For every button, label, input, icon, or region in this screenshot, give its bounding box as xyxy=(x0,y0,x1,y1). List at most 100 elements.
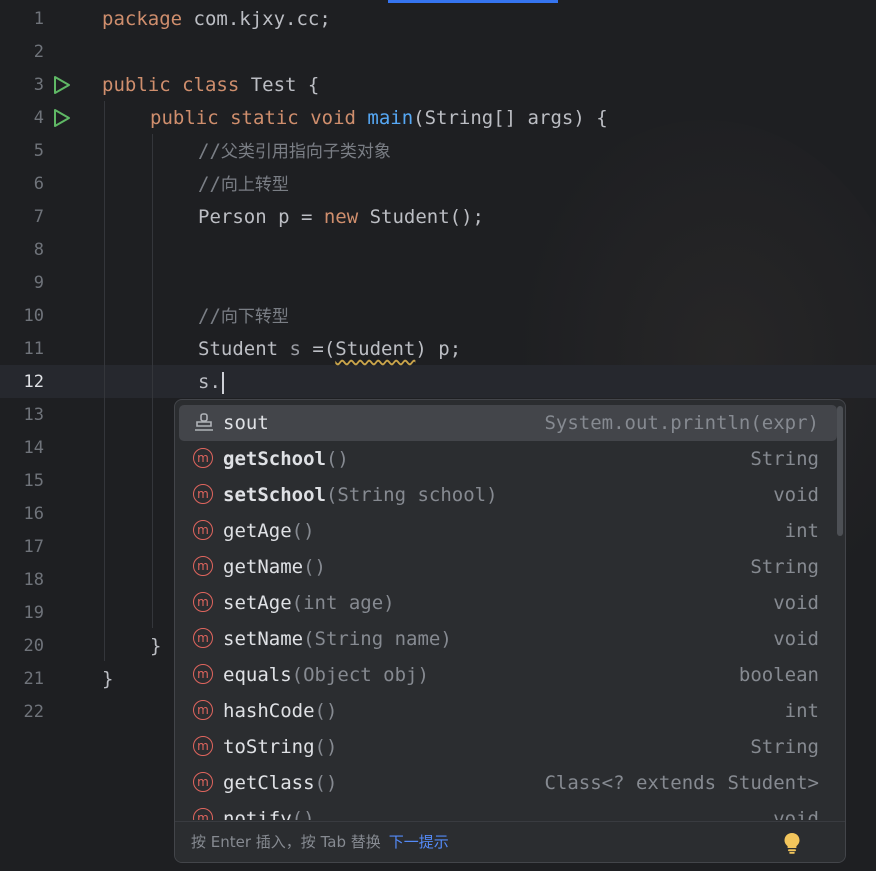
line-number: 2 xyxy=(33,42,44,62)
method-icon: m xyxy=(193,628,213,648)
completion-name: getAge() xyxy=(223,520,315,542)
keyword: void xyxy=(310,107,356,129)
completion-item-getname[interactable]: m getName() String xyxy=(179,549,837,585)
code-line-5: //父类引用指向子类对象 xyxy=(198,135,391,168)
code-text: =( xyxy=(300,338,336,360)
completion-footer: 按 Enter 插入，按 Tab 替换 下一提示 xyxy=(175,821,845,862)
completion-name: notify() xyxy=(223,808,315,820)
code-text: com.kjxy.cc; xyxy=(182,8,331,30)
method-icon: m xyxy=(193,448,213,468)
method-icon: m xyxy=(193,736,213,756)
keyword: class xyxy=(182,74,240,96)
completion-type: void xyxy=(773,592,819,614)
completion-item-setname[interactable]: m setName(String name) void xyxy=(179,621,837,657)
code-line-4: public static void main(String[] args) { xyxy=(150,102,608,135)
completion-name: equals(Object obj) xyxy=(223,664,429,686)
line-number-gutter: 1 2 3 4 5 6 7 8 9 10 11 12 13 14 15 16 1… xyxy=(0,0,98,871)
indent-guide xyxy=(152,134,153,628)
completion-type: System.out.println(expr) xyxy=(544,412,819,434)
completion-name: getSchool() xyxy=(223,448,349,470)
completion-item-equals[interactable]: m equals(Object obj) boolean xyxy=(179,657,837,693)
keyword: public xyxy=(102,74,171,96)
next-tip-link[interactable]: 下一提示 xyxy=(389,833,449,851)
completion-name: hashCode() xyxy=(223,700,338,722)
completion-item-getclass[interactable]: m getClass() Class<? extends Student> xyxy=(179,765,837,801)
line-number: 11 xyxy=(23,339,44,359)
code-line-3: public class Test { xyxy=(102,69,319,102)
completion-scrollbar[interactable] xyxy=(837,406,843,536)
keyword: new xyxy=(323,206,359,228)
code-text: Student(); xyxy=(358,206,485,228)
code-text: s. xyxy=(198,371,221,393)
code-line-6: //向上转型 xyxy=(198,168,289,201)
method-icon: m xyxy=(193,664,213,684)
method-icon: m xyxy=(193,700,213,720)
code-line-1: package com.kjxy.cc; xyxy=(102,3,331,36)
indent-guide xyxy=(104,101,105,661)
method-icon: m xyxy=(193,592,213,612)
line-number: 19 xyxy=(23,603,44,623)
run-class-icon[interactable] xyxy=(52,75,72,95)
completion-item-notify[interactable]: m notify() void xyxy=(179,801,837,820)
completion-type: boolean xyxy=(738,664,819,686)
code-completion-popup[interactable]: sout System.out.println(expr) m getSchoo… xyxy=(174,399,846,863)
completion-item-hashcode[interactable]: m hashCode() int xyxy=(179,693,837,729)
line-number: 7 xyxy=(33,207,44,227)
comment-slashes: // xyxy=(198,140,221,162)
line-number: 21 xyxy=(23,669,44,689)
line-number: 9 xyxy=(33,273,44,293)
line-number: 6 xyxy=(33,174,44,194)
code-line-12: s. xyxy=(198,366,224,399)
completion-type: void xyxy=(773,484,819,506)
completion-type: String xyxy=(750,736,819,758)
comment-text: 父类引用指向子类对象 xyxy=(220,142,391,162)
completion-name: setSchool(String school) xyxy=(223,484,498,506)
method-name: main xyxy=(367,107,414,129)
line-number: 4 xyxy=(33,108,44,128)
keyword: public xyxy=(150,107,219,129)
completion-type: Class<? extends Student> xyxy=(544,772,819,794)
completion-type: int xyxy=(784,700,819,722)
line-number: 18 xyxy=(23,570,44,590)
code-line-11: Student s =(Student) p; xyxy=(198,333,461,366)
completion-name: setName(String name) xyxy=(223,628,452,650)
comment-slashes: // xyxy=(198,173,221,195)
comment-text: 向下转型 xyxy=(220,307,289,327)
line-number: 22 xyxy=(23,702,44,722)
code-line-7: Person p = new Student(); xyxy=(198,201,484,234)
code-line-20: } xyxy=(150,630,161,663)
lightbulb-icon[interactable] xyxy=(783,832,801,854)
completion-item-getschool[interactable]: m getSchool() String xyxy=(179,441,837,477)
completion-item-tostring[interactable]: m toString() String xyxy=(179,729,837,765)
code-text: Student xyxy=(198,338,290,360)
method-icon: m xyxy=(193,484,213,504)
code-text: Test { xyxy=(239,74,320,96)
code-line-10: //向下转型 xyxy=(198,300,289,333)
completion-type: String xyxy=(750,448,819,470)
completion-item-sout[interactable]: sout System.out.println(expr) xyxy=(179,405,837,441)
completion-name: getClass() xyxy=(223,772,338,794)
code-text: ) p; xyxy=(415,338,462,360)
completion-name: getName() xyxy=(223,556,326,578)
live-template-icon xyxy=(195,413,213,431)
redundant-cast-warning: Student xyxy=(335,338,416,360)
unused-variable: s xyxy=(289,338,301,360)
footer-hint: 按 Enter 插入，按 Tab 替换 下一提示 xyxy=(191,833,449,851)
comment-slashes: // xyxy=(198,305,221,327)
line-number: 13 xyxy=(23,405,44,425)
line-number: 1 xyxy=(33,9,44,29)
code-line-21: } xyxy=(102,663,113,696)
completion-item-getage[interactable]: m getAge() int xyxy=(179,513,837,549)
run-main-icon[interactable] xyxy=(52,108,72,128)
completion-type: String xyxy=(750,556,819,578)
comment-text: 向上转型 xyxy=(220,175,289,195)
completion-type: int xyxy=(784,520,819,542)
completion-list[interactable]: sout System.out.println(expr) m getSchoo… xyxy=(175,400,845,820)
code-text: } xyxy=(150,635,162,657)
completion-item-setschool[interactable]: m setSchool(String school) void xyxy=(179,477,837,513)
completion-item-setage[interactable]: m setAge(int age) void xyxy=(179,585,837,621)
code-text: (String[] args) { xyxy=(413,107,608,129)
code-text: } xyxy=(102,668,114,690)
line-number: 17 xyxy=(23,537,44,557)
completion-name: setAge(int age) xyxy=(223,592,395,614)
